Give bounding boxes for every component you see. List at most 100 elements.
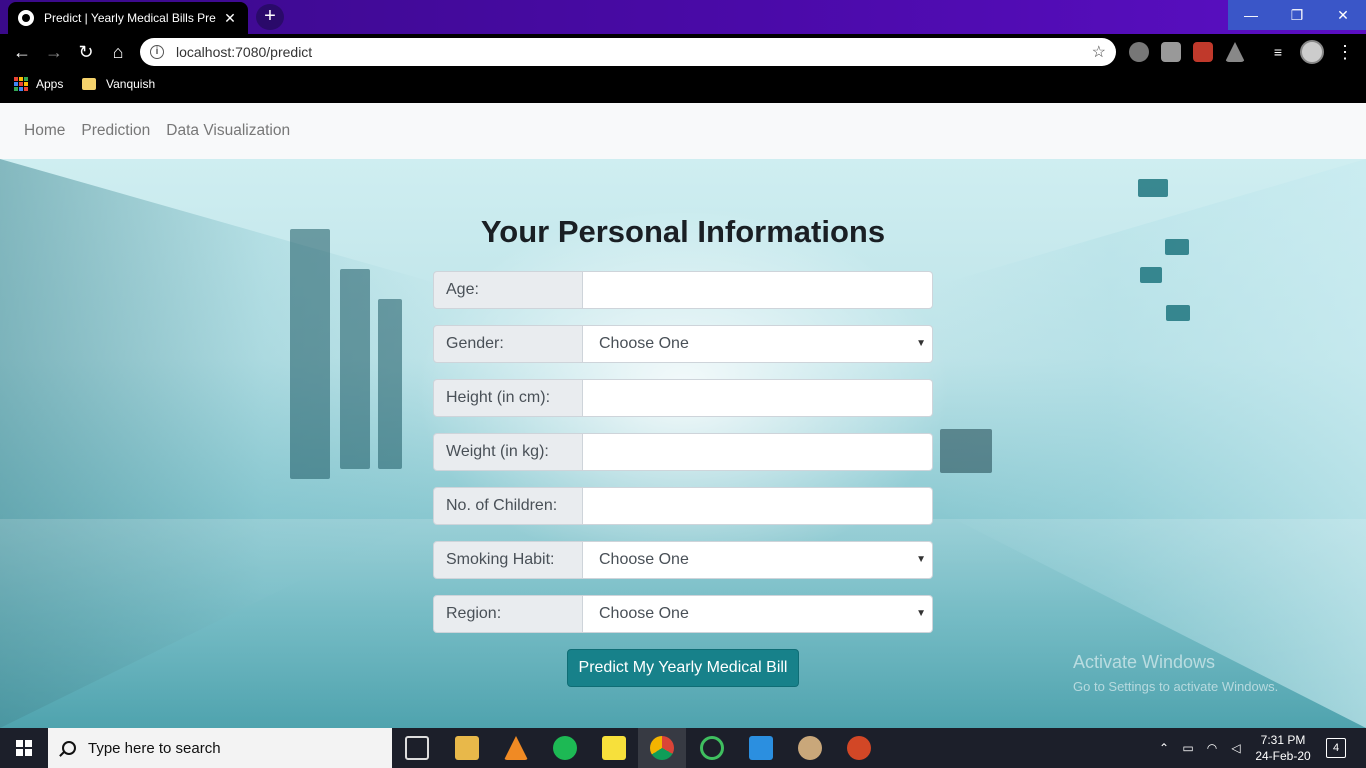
dropdown-caret-icon: ▼ xyxy=(916,608,926,619)
vscode-icon[interactable] xyxy=(749,736,773,760)
vlc-icon[interactable] xyxy=(504,736,528,760)
smoking-select[interactable]: Choose One ▼ xyxy=(583,541,933,579)
bookmark-label: Apps xyxy=(36,77,64,91)
taskbar-search[interactable]: Type here to search xyxy=(48,728,392,768)
volume-icon[interactable]: ◁ xyxy=(1226,728,1246,768)
nav-prediction[interactable]: Prediction xyxy=(81,122,150,140)
wall-panel xyxy=(1138,179,1168,197)
minimize-button[interactable]: — xyxy=(1228,0,1274,30)
gender-select[interactable]: Choose One ▼ xyxy=(583,325,933,363)
tab-close-icon[interactable]: ✕ xyxy=(222,10,238,27)
task-view-icon[interactable] xyxy=(405,736,429,760)
maximize-button[interactable]: ❐ xyxy=(1274,0,1320,30)
windows-logo-icon xyxy=(16,740,32,756)
profile-avatar[interactable] xyxy=(1300,40,1324,64)
tab-title: Predict | Yearly Medical Bills Predictio… xyxy=(44,11,216,25)
children-label: No. of Children: xyxy=(433,487,583,525)
age-row: Age: xyxy=(433,271,933,309)
pdf-extension-icon[interactable] xyxy=(1193,42,1213,62)
powerpoint-icon[interactable] xyxy=(847,736,871,760)
activate-windows-watermark: Activate Windows Go to Settings to activ… xyxy=(1073,652,1278,694)
reload-icon[interactable]: ↻ xyxy=(74,40,98,64)
chat-extension-icon[interactable] xyxy=(1161,42,1181,62)
search-placeholder: Type here to search xyxy=(88,739,221,757)
chrome-icon[interactable] xyxy=(650,736,674,760)
weight-label: Weight (in kg): xyxy=(433,433,583,471)
search-icon xyxy=(62,741,76,755)
bookmarks-bar: Apps Vanquish xyxy=(0,70,1366,103)
home-icon[interactable]: ⌂ xyxy=(106,40,130,64)
back-arrow-icon[interactable]: ← xyxy=(10,40,34,64)
sticky-notes-icon[interactable] xyxy=(602,736,626,760)
nav-home[interactable]: Home xyxy=(24,122,65,140)
watermark-title: Activate Windows xyxy=(1073,652,1216,672)
dropdown-caret-icon: ▼ xyxy=(916,554,926,565)
browser-toolbar: ← → ↻ ⌂ i localhost:7080/predict ☆ ≡ ⋮ xyxy=(0,34,1366,70)
corridor-door xyxy=(290,229,330,479)
children-input[interactable] xyxy=(583,487,933,525)
forward-arrow-icon[interactable]: → xyxy=(42,40,66,64)
watermark-subtitle: Go to Settings to activate Windows. xyxy=(1073,679,1279,694)
page-viewport: Home Prediction Data Visualization Your … xyxy=(0,103,1366,728)
clock-time: 7:31 PM xyxy=(1260,733,1306,747)
smoking-label: Smoking Habit: xyxy=(433,541,583,579)
gender-row: Gender: Choose One ▼ xyxy=(433,325,933,363)
taskbar-clock[interactable]: 7:31 PM 24-Feb-20 xyxy=(1250,732,1316,764)
height-label: Height (in cm): xyxy=(433,379,583,417)
windows-taskbar: Type here to search ⌃ ▭ ◠ ◁ 7:31 PM 24-F… xyxy=(0,728,1366,768)
bookmark-apps[interactable]: Apps xyxy=(14,77,63,91)
corridor-door xyxy=(378,299,402,469)
notification-center-icon[interactable]: 4 xyxy=(1326,738,1346,758)
battery-icon[interactable]: ▭ xyxy=(1178,728,1198,768)
media-queue-icon[interactable]: ≡ xyxy=(1268,42,1288,62)
hospital-background: Your Personal Informations Age: Gender: … xyxy=(0,159,1366,728)
region-select[interactable]: Choose One ▼ xyxy=(583,595,933,633)
loading-app-icon[interactable] xyxy=(700,736,724,760)
spotify-icon[interactable] xyxy=(553,736,577,760)
url-text: localhost:7080/predict xyxy=(176,44,313,60)
bookmark-label: Vanquish xyxy=(106,77,156,91)
waiting-chairs xyxy=(940,429,992,473)
wall-panel xyxy=(1166,305,1190,321)
info-icon[interactable]: i xyxy=(150,45,164,59)
file-explorer-icon[interactable] xyxy=(455,736,479,760)
region-select-value: Choose One xyxy=(599,605,689,622)
browser-titlebar: Predict | Yearly Medical Bills Predictio… xyxy=(0,0,1366,34)
weight-row: Weight (in kg): xyxy=(433,433,933,471)
start-button[interactable] xyxy=(0,728,48,768)
apps-grid-icon xyxy=(14,77,28,91)
bookmark-vanquish[interactable]: Vanquish xyxy=(82,77,155,91)
browser-tab[interactable]: Predict | Yearly Medical Bills Predictio… xyxy=(8,2,248,34)
predict-button[interactable]: Predict My Yearly Medical Bill xyxy=(567,649,799,687)
tray-chevron-icon[interactable]: ⌃ xyxy=(1154,728,1174,768)
close-window-button[interactable]: ✕ xyxy=(1320,0,1366,30)
children-row: No. of Children: xyxy=(433,487,933,525)
dropdown-caret-icon: ▼ xyxy=(916,338,926,349)
region-row: Region: Choose One ▼ xyxy=(433,595,933,633)
corridor-door xyxy=(340,269,370,469)
smoking-select-value: Choose One xyxy=(599,551,689,568)
age-input[interactable] xyxy=(583,271,933,309)
new-tab-button[interactable]: + xyxy=(256,4,284,30)
wall-panel xyxy=(1165,239,1189,255)
more-menu-icon[interactable]: ⋮ xyxy=(1336,40,1354,64)
wall-panel xyxy=(1140,267,1162,283)
paint-icon[interactable] xyxy=(798,736,822,760)
address-bar[interactable]: i localhost:7080/predict ☆ xyxy=(140,38,1116,66)
region-label: Region: xyxy=(433,595,583,633)
clock-date: 24-Feb-20 xyxy=(1255,749,1311,763)
drive-extension-icon[interactable] xyxy=(1225,42,1245,62)
bookmark-star-icon[interactable]: ☆ xyxy=(1092,42,1106,62)
folder-icon xyxy=(82,78,96,90)
smoking-row: Smoking Habit: Choose One ▼ xyxy=(433,541,933,579)
height-row: Height (in cm): xyxy=(433,379,933,417)
gender-select-value: Choose One xyxy=(599,335,689,352)
age-label: Age: xyxy=(433,271,583,309)
wifi-icon[interactable]: ◠ xyxy=(1202,728,1222,768)
nav-data-visualization[interactable]: Data Visualization xyxy=(166,122,290,140)
globe-extension-icon[interactable] xyxy=(1129,42,1149,62)
height-input[interactable] xyxy=(583,379,933,417)
globe-icon xyxy=(18,10,34,26)
weight-input[interactable] xyxy=(583,433,933,471)
gender-label: Gender: xyxy=(433,325,583,363)
